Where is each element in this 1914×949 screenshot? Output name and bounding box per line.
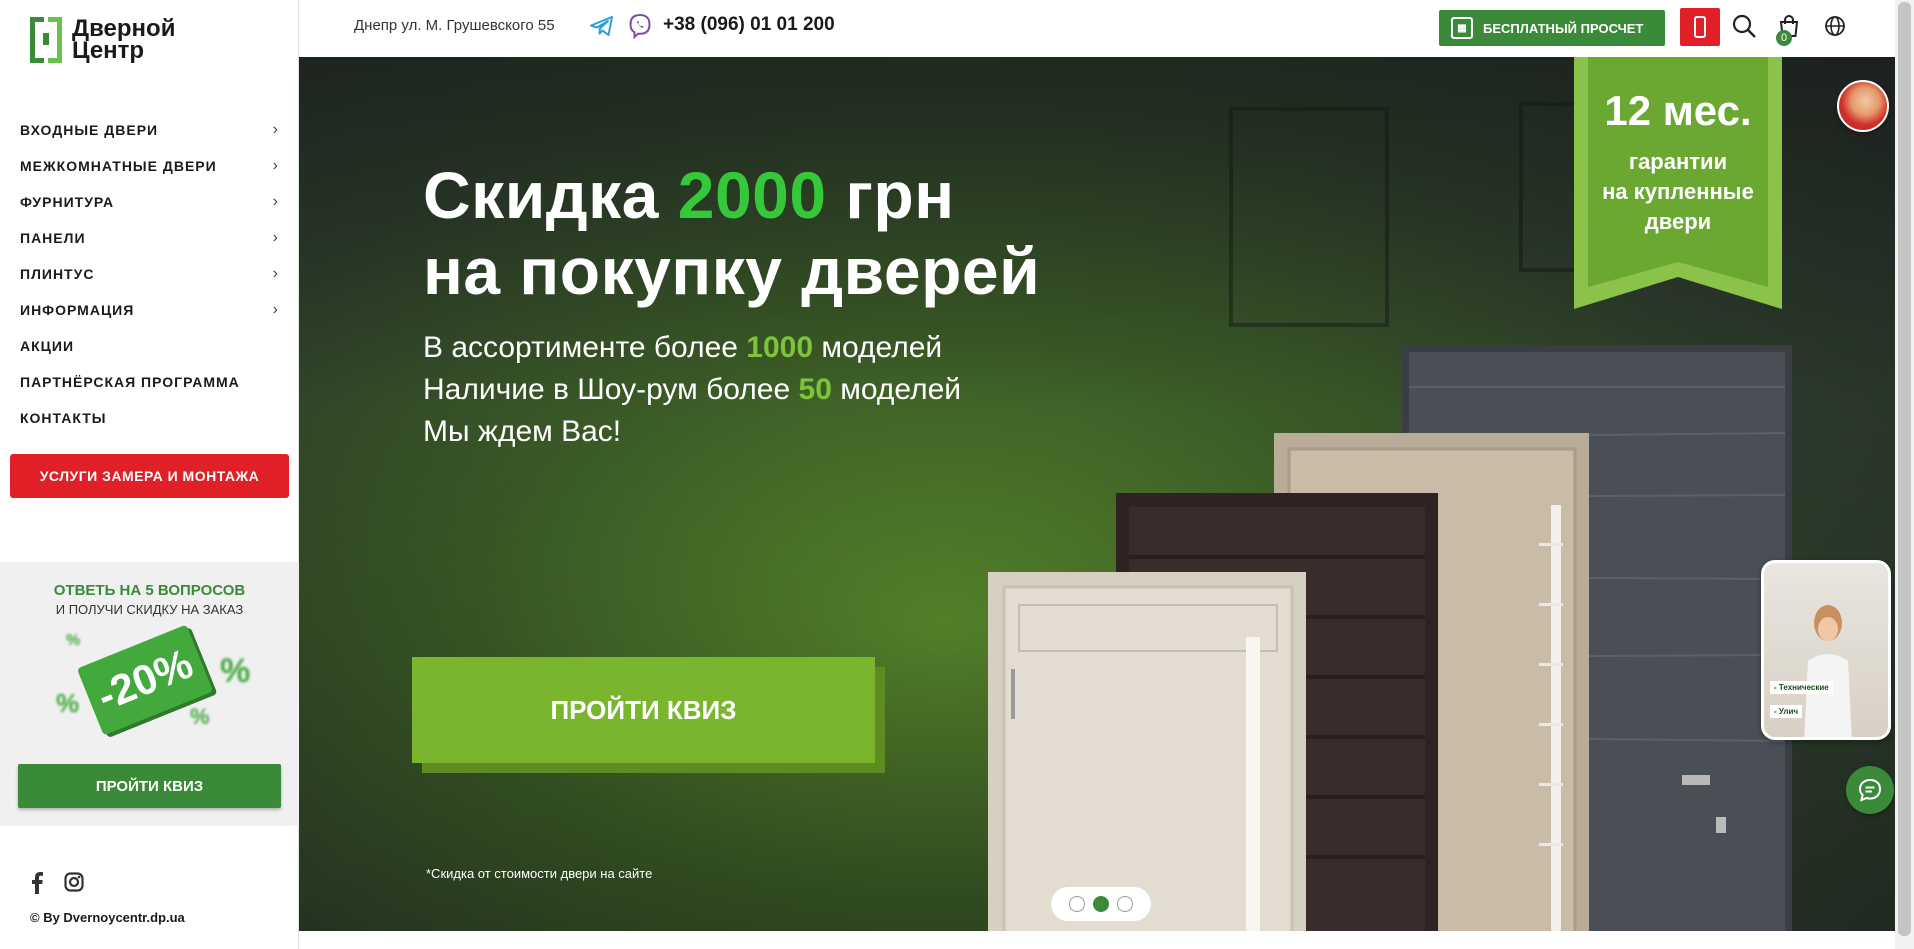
page-scrollbar[interactable] <box>1895 0 1914 949</box>
chevron-right-icon: › <box>272 157 279 174</box>
chevron-right-icon: › <box>272 229 279 246</box>
copyright: © By Dvernoycentr.dp.ua <box>30 910 185 925</box>
video-caption: - Технические <box>1770 681 1833 694</box>
slider-dot-3[interactable] <box>1117 896 1133 912</box>
instagram-icon[interactable] <box>64 872 84 900</box>
menu-item-panels[interactable]: ПАНЕЛИ › <box>0 220 299 256</box>
chevron-right-icon: › <box>272 193 279 210</box>
chevron-right-icon: › <box>272 301 279 318</box>
free-estimate-button[interactable]: ▦ БЕСПЛАТНЫЙ ПРОСЧЕТ <box>1439 10 1665 46</box>
phone-number[interactable]: +38 (096) 01 01 200 <box>663 14 835 36</box>
logo-icon <box>30 17 62 63</box>
slider-dots <box>1051 887 1151 921</box>
menu-item-info[interactable]: ИНФОРМАЦИЯ › <box>0 292 299 328</box>
video-caption: - Улич <box>1770 705 1803 718</box>
warranty-ribbon: 12 мес. гарантии на купленные двери <box>1574 57 1782 309</box>
hero-banner: 12 мес. гарантии на купленные двери Скид… <box>299 57 1914 931</box>
menu-item-partner-program[interactable]: ПАРТНЁРСКАЯ ПРОГРАММА <box>0 364 299 400</box>
sidebar: Дверной Центр ВХОДНЫЕ ДВЕРИ › МЕЖКОМНАТНЫ… <box>0 0 299 949</box>
cart-count-badge: 0 <box>1776 30 1792 46</box>
main-menu: ВХОДНЫЕ ДВЕРИ › МЕЖКОМНАТНЫЕ ДВЕРИ › ФУРНИ… <box>0 112 299 436</box>
percent-icon: % <box>56 688 80 718</box>
globe-icon[interactable] <box>1819 10 1851 42</box>
warranty-text: гарантии на купленные двери <box>1602 149 1754 234</box>
menu-item-promotions[interactable]: АКЦИИ <box>0 328 299 364</box>
social-links <box>30 872 84 900</box>
mobile-callback-button[interactable] <box>1680 8 1720 46</box>
slider-dot-1[interactable] <box>1069 896 1085 912</box>
quiz-subtitle: И ПОЛУЧИ СКИДКУ НА ЗАКАЗ <box>55 602 244 617</box>
gift-promo-avatar[interactable] <box>1837 80 1889 132</box>
hero-subline: В ассортименте более 1000 моделей Наличи… <box>423 331 962 448</box>
discount-amount: 2000 <box>677 158 827 232</box>
slider-dot-2[interactable] <box>1093 896 1109 912</box>
logo[interactable]: Дверной Центр <box>30 15 200 65</box>
quiz-title: ОТВЕТЬ НА 5 ВОПРОСОВ <box>53 582 246 599</box>
viber-icon[interactable] <box>626 12 654 40</box>
header: Днепр ул. М. Грушевского 55 +38 (096) 01… <box>299 0 1914 57</box>
percent-icon: % <box>220 652 251 690</box>
menu-item-interior-doors[interactable]: МЕЖКОМНАТНЫЕ ДВЕРИ › <box>0 148 299 184</box>
facebook-icon[interactable] <box>30 872 44 900</box>
menu-item-hardware[interactable]: ФУРНИТУРА › <box>0 184 299 220</box>
quiz-promo: ОТВЕТЬ НА 5 ВОПРОСОВ И ПОЛУЧИ СКИДКУ НА … <box>0 562 299 826</box>
scrollbar-thumb[interactable] <box>1898 2 1911 936</box>
chevron-right-icon: › <box>272 265 279 282</box>
calculator-icon: ▦ <box>1451 17 1473 39</box>
menu-item-entrance-doors[interactable]: ВХОДНЫЕ ДВЕРИ › <box>0 112 299 148</box>
menu-item-plinth[interactable]: ПЛИНТУС › <box>0 256 299 292</box>
discount-footnote: *Скидка от стоимости двери на сайте <box>426 866 653 881</box>
menu-item-contacts[interactable]: КОНТАКТЫ <box>0 400 299 436</box>
store-address: Днепр ул. М. Грушевского 55 <box>354 17 555 34</box>
mobile-icon <box>1694 16 1706 38</box>
chat-icon <box>1858 778 1882 802</box>
page: Дверной Центр ВХОДНЫЕ ДВЕРИ › МЕЖКОМНАТНЫ… <box>0 0 1914 949</box>
search-icon[interactable] <box>1728 10 1760 42</box>
hero-quiz-button[interactable]: ПРОЙТИ КВИЗ <box>412 657 875 763</box>
percent-icon: % <box>66 632 81 649</box>
sidebar-quiz-button[interactable]: ПРОЙТИ КВИЗ <box>18 764 281 808</box>
video-consultant-widget[interactable]: - Технические - Улич <box>1761 560 1891 740</box>
hero-headline: Скидка 2000 грн на покупку дверей <box>423 158 1041 308</box>
chat-button[interactable] <box>1846 766 1894 814</box>
percent-icon: % <box>190 704 210 729</box>
consultant-image <box>1804 605 1852 737</box>
door-handle <box>1682 775 1710 785</box>
logo-text: Дверной Центр <box>72 15 176 64</box>
telegram-icon[interactable] <box>588 12 616 40</box>
chevron-right-icon: › <box>272 121 279 138</box>
measurement-services-button[interactable]: УСЛУГИ ЗАМЕРА И МОНТАЖА <box>10 454 289 498</box>
warranty-months: 12 мес. <box>1604 87 1752 134</box>
